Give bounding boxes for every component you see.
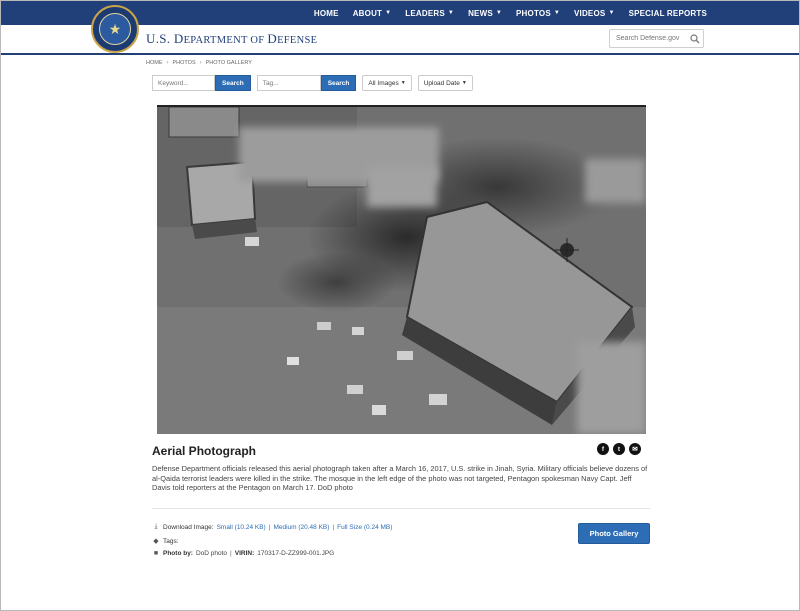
site-search <box>609 29 704 48</box>
upload-date-label: Upload Date <box>423 79 460 87</box>
camera-icon: ■ <box>153 550 159 557</box>
tag-search-button[interactable]: Search <box>320 75 357 91</box>
twitter-icon[interactable]: t <box>613 443 625 455</box>
tags-label: Tags: <box>163 537 179 545</box>
download-small-link[interactable]: Small (10.24 KB) <box>217 524 266 531</box>
nav-photos[interactable]: PHOTOS ▼ <box>516 9 560 18</box>
nav-leaders-label: LEADERS <box>405 8 445 18</box>
separator: | <box>268 523 271 531</box>
tag-input[interactable] <box>256 75 321 91</box>
chevron-down-icon: ▼ <box>553 10 560 16</box>
download-medium-link[interactable]: Medium (20.48 KB) <box>273 524 329 531</box>
download-icon: ⤓ <box>154 523 158 530</box>
brand-text: U.S. D <box>146 31 184 46</box>
nav-special-reports[interactable]: SPECIAL REPORTS <box>629 9 707 18</box>
divider <box>152 508 650 509</box>
facebook-icon[interactable]: f <box>597 443 609 455</box>
brand-text: EFENSE <box>277 35 318 46</box>
download-row: ⤓ Download Image: Small (10.24 KB) | Med… <box>152 523 392 531</box>
chevron-down-icon: ▼ <box>385 10 392 16</box>
chevron-right-icon: › <box>166 60 169 66</box>
tag-icon: ◆ <box>153 538 159 545</box>
chevron-right-icon: › <box>199 60 202 66</box>
site-brand[interactable]: U.S. DEPARTMENT OF DEFENSE <box>146 31 317 47</box>
nav-home-label: HOME <box>313 8 339 18</box>
upload-date-dropdown[interactable]: Upload Date ▼ <box>417 75 473 91</box>
virin-value: 170317-D-ZZ999-001.JPG <box>257 550 335 557</box>
nav-about-label: ABOUT <box>352 8 383 18</box>
photo-caption: Defense Department officials released th… <box>152 464 648 493</box>
nav-videos-label: VIDEOS <box>574 8 606 18</box>
chevron-down-icon: ▼ <box>608 10 615 16</box>
site-search-input[interactable] <box>610 35 688 42</box>
chevron-down-icon: ▼ <box>447 10 455 16</box>
dod-seal-logo[interactable]: ★ <box>91 5 139 53</box>
social-share: f t ✉ <box>597 443 641 455</box>
nav-about[interactable]: ABOUT ▼ <box>353 9 392 18</box>
all-images-label: All Images <box>368 79 399 87</box>
separator: | <box>332 523 335 531</box>
eagle-icon: ★ <box>99 13 131 45</box>
chevron-down-icon: ▼ <box>461 80 467 86</box>
credit-row: ■ Photo by: DoD photo | VIRIN: 170317-D-… <box>152 550 334 557</box>
aerial-photo-image <box>157 107 646 434</box>
photo-by-label: Photo by: <box>163 550 193 557</box>
nav-videos[interactable]: VIDEOS ▼ <box>574 9 615 18</box>
main-nav: HOME ABOUT ▼ LEADERS ▼ NEWS ▼ PHOTOS ▼ VIDEO… <box>314 1 707 25</box>
separator: | <box>230 550 232 557</box>
aerial-photo[interactable] <box>157 105 646 434</box>
brand-text: EPARTMENT OF <box>183 35 268 46</box>
all-images-dropdown[interactable]: All Images ▼ <box>362 75 412 91</box>
virin-label: VIRIN: <box>234 550 255 557</box>
search-icon[interactable] <box>690 33 700 44</box>
chevron-down-icon: ▼ <box>400 80 406 86</box>
header-divider <box>1 53 799 55</box>
download-label: Download Image: <box>163 523 214 531</box>
nav-photos-label: PHOTOS <box>516 8 551 18</box>
photo-by-value: DoD photo <box>195 550 228 557</box>
keyword-input[interactable] <box>152 75 215 91</box>
breadcrumb: HOME › PHOTOS › PHOTO GALLERY <box>146 60 252 66</box>
filter-bar: Search Search All Images▼ Upload Date▼ <box>152 75 473 91</box>
photo-title: Aerial Photograph <box>152 444 257 458</box>
download-full-link[interactable]: Full Size (0.24 MB) <box>337 524 392 531</box>
nav-news-label: NEWS <box>468 8 493 18</box>
breadcrumb-photo-gallery[interactable]: PHOTO GALLERY <box>206 60 252 66</box>
photo-gallery-button[interactable]: Photo Gallery <box>578 523 650 544</box>
nav-news[interactable]: NEWS ▼ <box>468 9 502 18</box>
nav-home[interactable]: HOME <box>314 9 339 18</box>
brand-text: D <box>267 31 278 46</box>
breadcrumb-photos[interactable]: PHOTOS <box>173 60 196 66</box>
chevron-down-icon: ▼ <box>495 10 503 16</box>
nav-special-reports-label: SPECIAL REPORTS <box>628 8 707 18</box>
email-icon[interactable]: ✉ <box>629 443 641 455</box>
nav-leaders[interactable]: LEADERS ▼ <box>405 9 454 18</box>
tags-row: ◆ Tags: <box>152 537 179 546</box>
keyword-search-button[interactable]: Search <box>215 75 251 91</box>
breadcrumb-home[interactable]: HOME <box>146 60 163 66</box>
